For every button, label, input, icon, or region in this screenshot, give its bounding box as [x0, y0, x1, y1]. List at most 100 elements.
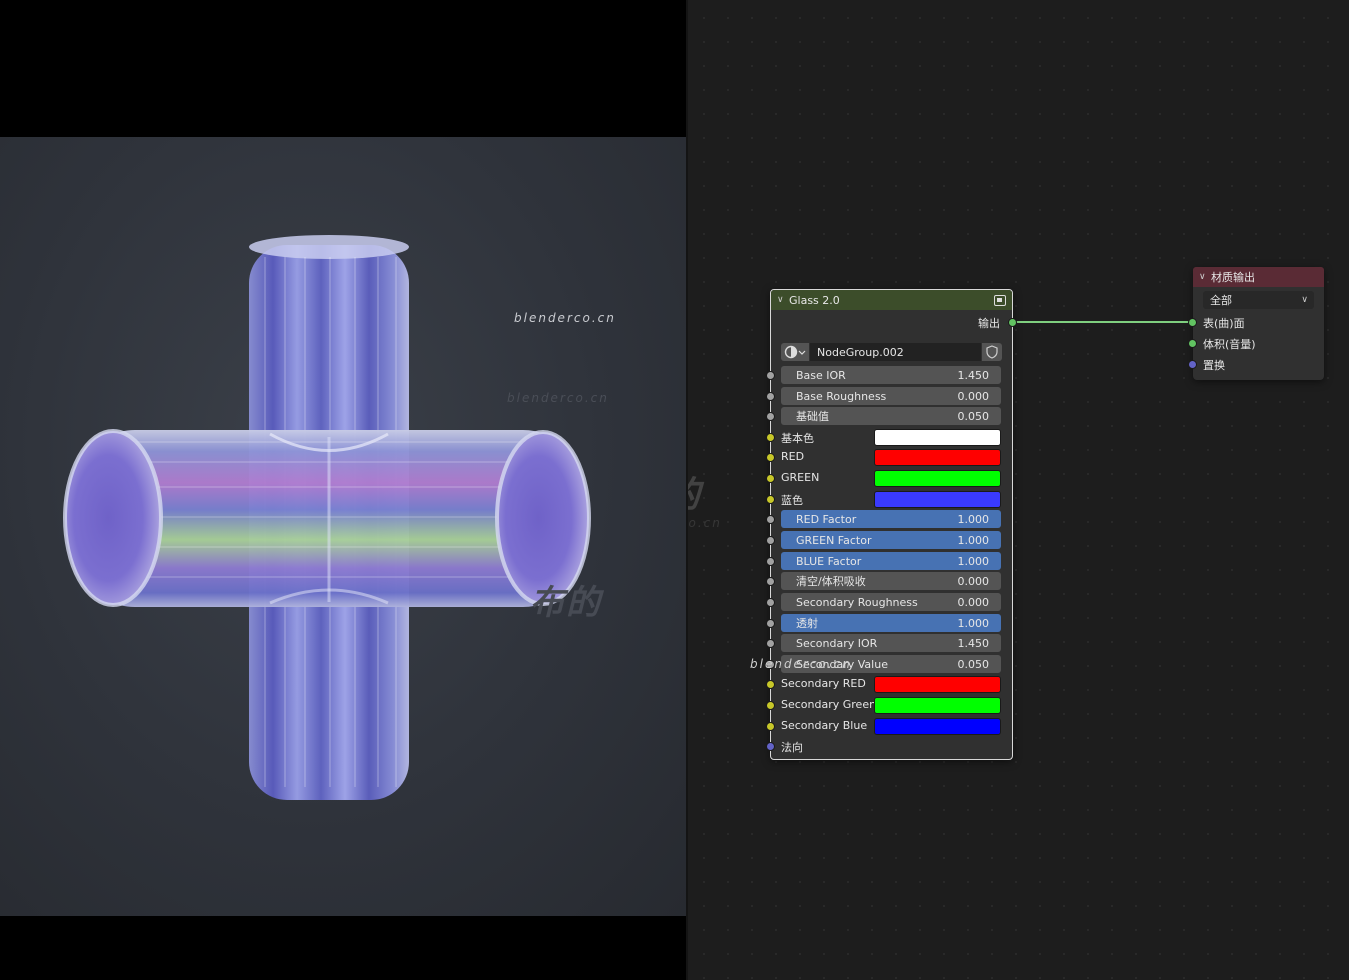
color-label: Secondary RED: [781, 677, 866, 690]
input-row: 清空/体积吸收 0.000: [766, 571, 1012, 591]
output-label: 输出: [978, 317, 1000, 330]
normal-label: 法向: [781, 741, 803, 754]
color-label: Secondary Green: [781, 698, 877, 711]
blue-factor-field[interactable]: BLUE Factor 1.000: [781, 552, 1001, 570]
glass-cross-render: [63, 235, 591, 800]
displacement-label: 置换: [1203, 359, 1225, 372]
secondary-red-swatch[interactable]: [874, 676, 1001, 693]
surface-input-row: 表(曲)面: [1188, 312, 1324, 332]
color-input-row: 基本色: [766, 427, 1012, 447]
color-input-row: Secondary Green: [766, 695, 1012, 715]
target-dropdown[interactable]: 全部 ∨: [1203, 291, 1314, 309]
input-socket[interactable]: [766, 536, 775, 545]
output-socket[interactable]: [1008, 318, 1017, 327]
color-input-row: Secondary Blue: [766, 716, 1012, 736]
color-label: GREEN: [781, 471, 820, 484]
input-socket[interactable]: [766, 701, 775, 710]
input-row: 基础值 0.050: [766, 406, 1012, 426]
chevron-down-icon: ∨: [1301, 295, 1308, 305]
fake-user-button[interactable]: [982, 343, 1002, 361]
input-socket[interactable]: [766, 495, 775, 504]
input-row: Secondary IOR 1.450: [766, 633, 1012, 653]
red-factor-field[interactable]: RED Factor 1.000: [781, 510, 1001, 528]
input-socket[interactable]: [766, 412, 775, 421]
input-socket[interactable]: [766, 639, 775, 648]
volume-input-row: 体积(音量): [1188, 333, 1324, 353]
area-divider[interactable]: [686, 0, 688, 980]
shield-icon: [986, 345, 998, 359]
surface-label: 表(曲)面: [1203, 317, 1245, 330]
watermark-text: blenderco.cn: [507, 391, 609, 405]
input-socket[interactable]: [766, 433, 775, 442]
material-output-title: 材质输出: [1211, 271, 1255, 284]
input-socket[interactable]: [766, 371, 775, 380]
color-input-row: GREEN: [766, 468, 1012, 488]
shader-node-editor[interactable]: ∨ Glass 2.0 输出 NodeGroup.002 Base IOR 1.…: [686, 0, 1349, 980]
secondary-ior-field[interactable]: Secondary IOR 1.450: [781, 634, 1001, 652]
secondary-roughness-field[interactable]: Secondary Roughness 0.000: [781, 593, 1001, 611]
input-row: Base Roughness 0.000: [766, 386, 1012, 406]
watermark-text: 布的: [530, 583, 602, 623]
color-label: Secondary Blue: [781, 719, 868, 732]
input-row: Secondary Roughness 0.000: [766, 592, 1012, 612]
node-group-icon[interactable]: [994, 294, 1006, 306]
clear-absorption-field[interactable]: 清空/体积吸收 0.000: [781, 572, 1001, 590]
green-color-swatch[interactable]: [874, 470, 1001, 487]
input-socket[interactable]: [766, 577, 775, 586]
volume-label: 体积(音量): [1203, 338, 1256, 351]
node-tree-browse-button[interactable]: [781, 343, 809, 361]
input-row: BLUE Factor 1.000: [766, 551, 1012, 571]
input-row: GREEN Factor 1.000: [766, 530, 1012, 550]
displacement-input-row: 置换: [1188, 354, 1324, 374]
target-value: 全部: [1210, 294, 1232, 307]
base-ior-field[interactable]: Base IOR 1.450: [781, 366, 1001, 384]
material-output-node[interactable]: ∨ 材质输出 全部 ∨ 表(曲)面 体积(音量) 置换: [1188, 267, 1324, 380]
input-socket[interactable]: [766, 619, 775, 628]
surface-socket[interactable]: [1188, 318, 1197, 327]
material-output-header[interactable]: ∨ 材质输出: [1193, 267, 1324, 287]
color-input-row: 蓝色: [766, 489, 1012, 509]
color-input-row: RED: [766, 447, 1012, 467]
color-label: 基本色: [781, 432, 814, 445]
render-area: blenderco.cn blenderco.cn 布的: [0, 137, 686, 916]
node-tree-icon: [784, 345, 806, 359]
transmission-field[interactable]: 透射 1.000: [781, 614, 1001, 632]
base-color-swatch[interactable]: [874, 429, 1001, 446]
color-label: RED: [781, 450, 805, 463]
node-group-name-field[interactable]: NodeGroup.002: [810, 343, 981, 361]
base-roughness-field[interactable]: Base Roughness 0.000: [781, 387, 1001, 405]
glass-node-title: Glass 2.0: [789, 293, 840, 307]
input-socket[interactable]: [766, 474, 775, 483]
render-viewport[interactable]: blenderco.cn blenderco.cn 布的: [0, 0, 686, 980]
input-socket[interactable]: [766, 453, 775, 462]
input-socket[interactable]: [766, 742, 775, 751]
watermark-text: blenderco.cn: [686, 516, 722, 530]
green-factor-field[interactable]: GREEN Factor 1.000: [781, 531, 1001, 549]
volume-socket[interactable]: [1188, 339, 1197, 348]
input-socket[interactable]: [766, 515, 775, 524]
input-socket[interactable]: [766, 557, 775, 566]
output-row: 输出: [771, 312, 1017, 332]
node-group-selector[interactable]: NodeGroup.002: [781, 343, 1002, 361]
blue-color-swatch[interactable]: [874, 491, 1001, 508]
displacement-socket[interactable]: [1188, 360, 1197, 369]
glass-node[interactable]: ∨ Glass 2.0 输出 NodeGroup.002 Base IOR 1.…: [766, 289, 1017, 760]
glass-node-header[interactable]: ∨ Glass 2.0: [771, 290, 1012, 310]
input-socket[interactable]: [766, 392, 775, 401]
input-row: Base IOR 1.450: [766, 365, 1012, 385]
base-value-field[interactable]: 基础值 0.050: [781, 407, 1001, 425]
watermark-text: 布的: [686, 466, 702, 518]
input-row: 法向: [766, 736, 1012, 756]
watermark-text: blenderco.cn: [750, 657, 852, 671]
watermark-text: blenderco.cn: [514, 311, 616, 325]
red-color-swatch[interactable]: [874, 449, 1001, 466]
secondary-green-swatch[interactable]: [874, 697, 1001, 714]
secondary-blue-swatch[interactable]: [874, 718, 1001, 735]
input-socket[interactable]: [766, 680, 775, 689]
color-label: 蓝色: [781, 494, 803, 507]
chevron-down-icon[interactable]: ∨: [1199, 272, 1211, 282]
input-row: RED Factor 1.000: [766, 509, 1012, 529]
chevron-down-icon[interactable]: ∨: [777, 295, 789, 305]
input-socket[interactable]: [766, 598, 775, 607]
input-socket[interactable]: [766, 722, 775, 731]
